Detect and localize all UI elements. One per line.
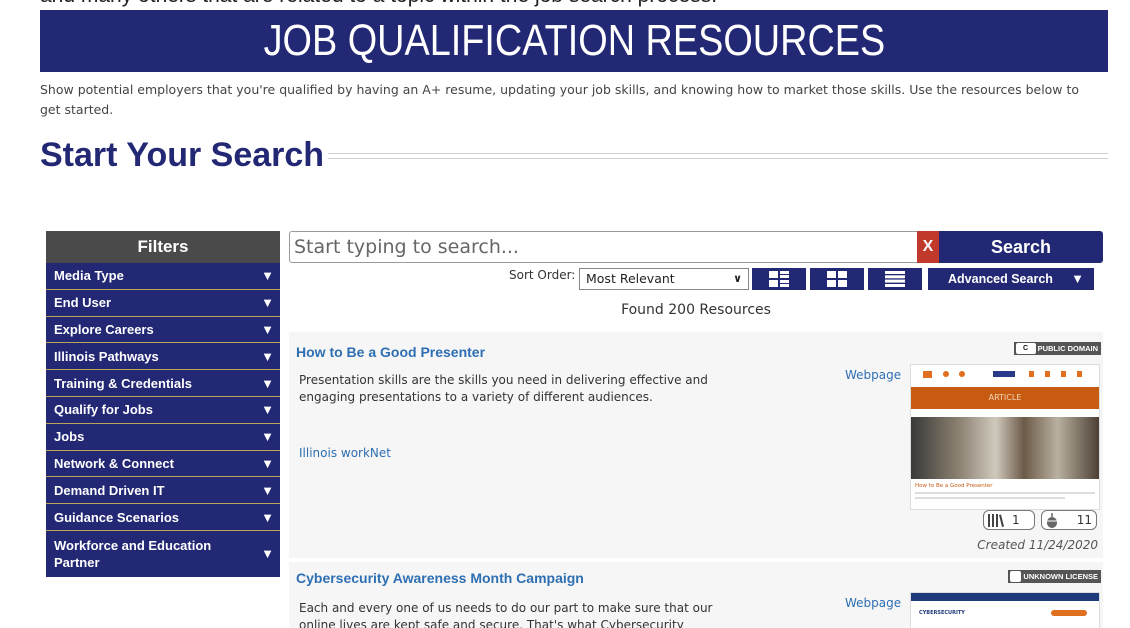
page-banner: JOB QUALIFICATION RESOURCES [40,10,1108,72]
search-box [289,231,919,263]
filter-item[interactable]: Workforce and Education Partner ▼ [46,531,280,577]
filter-item[interactable]: Demand Driven IT ▼ [46,477,280,505]
result-card: Cybersecurity Awareness Month Campaign U… [289,562,1103,628]
thumbnail-caption: CYBERSECURITY [919,610,965,616]
filter-item-label: Illinois Pathways [54,348,159,364]
filter-item-label: Qualify for Jobs [54,402,153,418]
advanced-search-label: Advanced Search [948,272,1053,286]
views-counter: 11 [1041,510,1097,530]
thumbnail-photo [911,417,1099,479]
public-domain-icon: C [1015,343,1036,354]
result-description: Presentation skills are the skills you n… [299,373,708,404]
triangle-down-icon: ▼ [261,429,274,445]
triangle-down-icon: ▼ [261,455,274,471]
filter-item[interactable]: Media Type ▼ [46,263,280,290]
license-label: PUBLIC DOMAIN [1037,344,1098,353]
license-badge: UNKNOWN LICENSE [1008,570,1101,583]
unknown-license-icon [1010,571,1022,582]
list-detail-view-button[interactable] [752,268,806,290]
triangle-down-icon: ▼ [261,268,274,284]
result-type-link[interactable]: Webpage [845,596,901,610]
saves-count: 1 [1012,513,1020,527]
filter-item-label: Media Type [54,268,124,284]
sort-order-label: Sort Order: [509,268,576,282]
filter-item[interactable]: End User ▼ [46,290,280,317]
triangle-down-icon: ▼ [1071,271,1084,286]
filters-list: Media Type ▼ End User ▼ Explore Careers ▼ Illi… [46,263,280,577]
grid-icon [827,271,847,287]
search-input[interactable] [290,232,918,262]
result-card: How to Be a Good Presenter C PUBLIC DOMA… [289,332,1103,558]
title-divider [328,153,1108,159]
triangle-down-icon: ▼ [261,482,274,498]
triangle-down-icon: ▼ [261,321,274,337]
filter-item[interactable]: Training & Credentials ▼ [46,370,280,397]
filter-item-label: Training & Credentials [54,375,192,391]
result-thumbnail[interactable]: ARTICLE How to Be a Good Presenter [910,364,1100,510]
filter-item[interactable]: Network & Connect ▼ [46,451,280,478]
filters-panel: Filters Media Type ▼ End User ▼ Explore Care… [46,231,280,577]
chevron-down-icon: ∨ [733,272,742,285]
filter-item[interactable]: Jobs ▼ [46,424,280,451]
result-source-link[interactable]: Illinois workNet [299,446,391,460]
result-title-link[interactable]: How to Be a Good Presenter [296,344,485,360]
triangle-down-icon: ▼ [261,375,274,391]
filter-item-label: Demand Driven IT [54,482,165,498]
license-badge: C PUBLIC DOMAIN [1013,342,1101,355]
advanced-search-button[interactable]: Advanced Search ▼ [928,268,1094,290]
triangle-down-icon: ▼ [261,295,274,311]
clear-search-button[interactable]: X [917,231,939,263]
saves-counter[interactable]: 1 [983,510,1035,530]
filter-item-label: Workforce and Education Partner [54,537,212,570]
created-date: Created 11/24/2020 [977,538,1098,552]
filter-item-label: End User [54,295,112,311]
filter-item[interactable]: Explore Careers ▼ [46,317,280,344]
section-title: Start Your Search [40,136,325,174]
filter-item[interactable]: Qualify for Jobs ▼ [46,397,280,424]
triangle-down-icon: ▼ [261,546,274,562]
triangle-down-icon: ▼ [261,402,274,418]
intro-text: Show potential employers that you're qua… [40,82,1080,117]
thumbnail-toolbar [911,365,1099,387]
library-icon [988,513,1004,527]
list-detail-icon [769,271,789,287]
sort-order-value: Most Relevant [586,271,675,286]
filters-heading: Filters [46,231,280,263]
list-icon [885,271,905,287]
filter-item[interactable]: Illinois Pathways ▼ [46,343,280,371]
page-title: JOB QUALIFICATION RESOURCES [263,16,885,65]
thumbnail-caption: How to Be a Good Presenter [915,483,993,489]
license-label: UNKNOWN LICENSE [1023,572,1098,581]
triangle-down-icon: ▼ [261,348,274,364]
list-view-button[interactable] [868,268,922,290]
grid-view-button[interactable] [810,268,864,290]
mouse-icon [1047,512,1057,528]
results-count: Found 200 Resources [621,302,771,318]
filter-item-label: Guidance Scenarios [54,509,179,525]
views-count: 11 [1076,513,1092,527]
sort-order-select[interactable]: Most Relevant ∨ [579,268,749,290]
filter-item[interactable]: Guidance Scenarios ▼ [46,504,280,531]
search-button[interactable]: Search [939,231,1103,263]
result-type-link[interactable]: Webpage [845,368,901,382]
thumbnail-banner: ARTICLE [911,387,1099,409]
filter-item-label: Network & Connect [54,455,174,471]
result-thumbnail[interactable]: CYBERSECURITY [910,592,1100,628]
filter-item-label: Jobs [54,429,85,445]
result-title-link[interactable]: Cybersecurity Awareness Month Campaign [296,570,584,586]
triangle-down-icon: ▼ [261,509,274,525]
result-description: Each and every one of us needs to do our… [299,601,713,628]
clipped-intro-text: and many others that are related to a to… [40,0,717,8]
filter-item-label: Explore Careers [54,321,154,337]
